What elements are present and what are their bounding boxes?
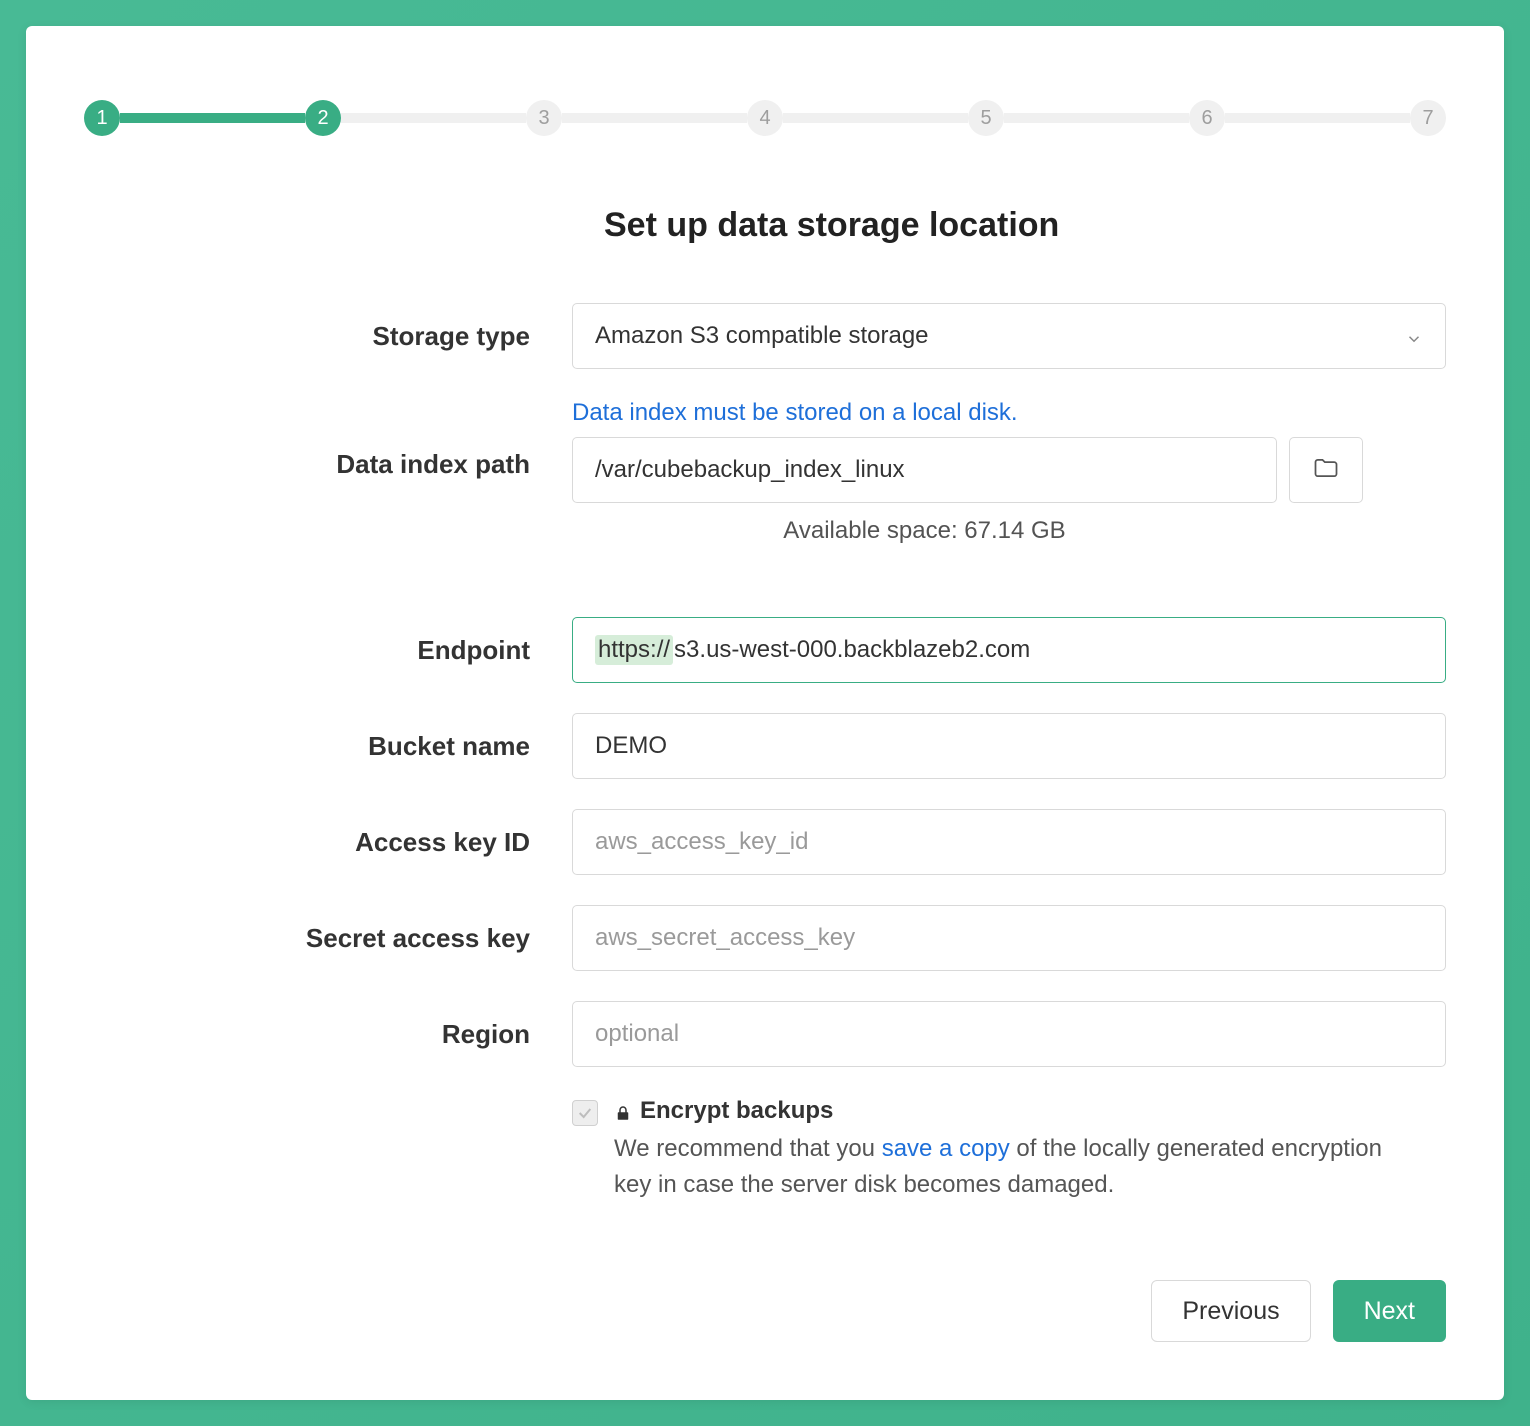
- lock-icon: [614, 1102, 632, 1120]
- endpoint-label: Endpoint: [84, 635, 572, 666]
- data-index-path-label: Data index path: [84, 399, 572, 480]
- step-track-6-7: [1225, 113, 1410, 123]
- region-input[interactable]: [572, 1001, 1446, 1067]
- encrypt-title: Encrypt backups: [614, 1097, 1404, 1125]
- encrypt-checkbox[interactable]: [572, 1100, 598, 1126]
- secret-access-key-input[interactable]: [572, 905, 1446, 971]
- access-key-id-input[interactable]: [572, 809, 1446, 875]
- region-label: Region: [84, 1019, 572, 1050]
- bucket-name-input[interactable]: [572, 713, 1446, 779]
- step-6[interactable]: 6: [1189, 100, 1225, 136]
- step-7[interactable]: 7: [1410, 100, 1446, 136]
- browse-folder-button[interactable]: [1289, 437, 1363, 503]
- step-track-1-2: [120, 113, 305, 123]
- step-track-4-5: [783, 113, 968, 123]
- bucket-name-label: Bucket name: [84, 731, 572, 762]
- step-5[interactable]: 5: [968, 100, 1004, 136]
- wizard-footer: Previous Next: [1151, 1280, 1446, 1342]
- next-button[interactable]: Next: [1333, 1280, 1446, 1342]
- data-index-path-input[interactable]: [572, 437, 1277, 503]
- secret-access-key-label: Secret access key: [84, 923, 572, 954]
- stepper: 1 2 3 4 5 6 7: [84, 100, 1446, 136]
- save-a-copy-link[interactable]: save a copy: [882, 1135, 1010, 1162]
- step-track-5-6: [1004, 113, 1189, 123]
- available-space: Available space: 67.14 GB: [572, 517, 1277, 545]
- storage-form: Storage type Amazon S3 compatible storag…: [84, 303, 1446, 1203]
- storage-type-label: Storage type: [84, 321, 572, 352]
- folder-icon: [1312, 454, 1340, 487]
- access-key-id-label: Access key ID: [84, 827, 572, 858]
- step-1[interactable]: 1: [84, 100, 120, 136]
- encrypt-description: We recommend that you save a copy of the…: [614, 1131, 1404, 1203]
- step-track-3-4: [562, 113, 747, 123]
- previous-button[interactable]: Previous: [1151, 1280, 1310, 1342]
- storage-type-value: Amazon S3 compatible storage: [595, 322, 929, 350]
- data-index-note: Data index must be stored on a local dis…: [572, 399, 1446, 427]
- endpoint-prefix: https://: [595, 635, 673, 665]
- page-title: Set up data storage location: [604, 206, 1446, 245]
- step-2[interactable]: 2: [305, 100, 341, 136]
- chevron-down-icon: [1405, 327, 1423, 345]
- endpoint-value: s3.us-west-000.backblazeb2.com: [674, 636, 1030, 664]
- setup-card: 1 2 3 4 5 6 7 Set up data storage locati…: [26, 26, 1504, 1400]
- step-4[interactable]: 4: [747, 100, 783, 136]
- endpoint-input[interactable]: https://s3.us-west-000.backblazeb2.com: [572, 617, 1446, 683]
- storage-type-select[interactable]: Amazon S3 compatible storage: [572, 303, 1446, 369]
- step-3[interactable]: 3: [526, 100, 562, 136]
- step-track-2-3: [341, 113, 526, 123]
